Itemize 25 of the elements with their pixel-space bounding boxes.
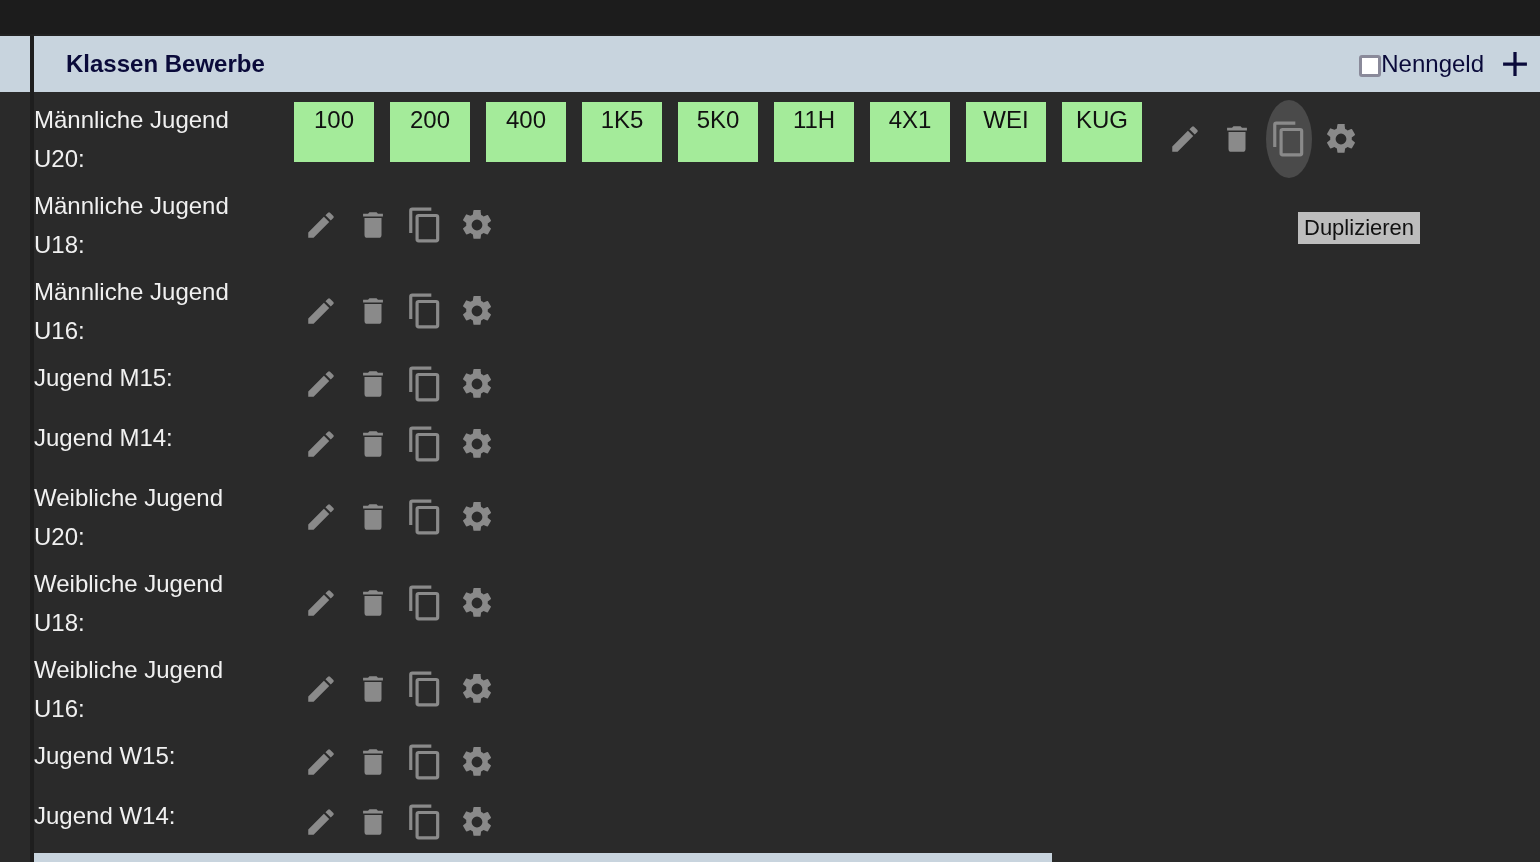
event-chip[interactable]: 11H xyxy=(774,102,854,162)
add-icon[interactable] xyxy=(1502,51,1528,77)
class-label: Weibliche Jugend U20: xyxy=(34,483,224,552)
event-chip[interactable]: WEI xyxy=(966,102,1046,162)
scrollbar[interactable] xyxy=(34,853,1052,862)
event-chip[interactable]: 1K5 xyxy=(582,102,662,162)
class-label: Jugend W15: xyxy=(34,741,177,771)
class-label: Jugend W14: xyxy=(34,801,177,831)
event-chip[interactable]: 100 xyxy=(294,102,374,162)
section-title: Klassen Bewerbe xyxy=(66,50,265,78)
tooltip: Duplizieren xyxy=(1298,212,1421,244)
class-label: Weibliche Jugend U16: xyxy=(34,655,224,724)
class-label: Männliche Jugend U16: xyxy=(34,277,230,346)
event-chip[interactable]: 4X1 xyxy=(870,102,950,162)
event-chip[interactable]: 5K0 xyxy=(678,102,758,162)
class-label: Männliche Jugend U18: xyxy=(34,191,230,260)
class-label: Jugend M15: xyxy=(34,363,174,393)
fee-checkbox[interactable]: Nenngeld xyxy=(1359,50,1484,78)
event-chip[interactable]: KUG xyxy=(1062,102,1142,162)
class-label: Männliche Jugend U20: xyxy=(34,105,230,174)
class-label: Jugend M14: xyxy=(34,423,174,453)
side-panel-header xyxy=(0,36,30,92)
event-chip[interactable]: 400 xyxy=(486,102,566,162)
class-label: Weibliche Jugend U18: xyxy=(34,569,224,638)
event-chip[interactable]: 200 xyxy=(390,102,470,162)
